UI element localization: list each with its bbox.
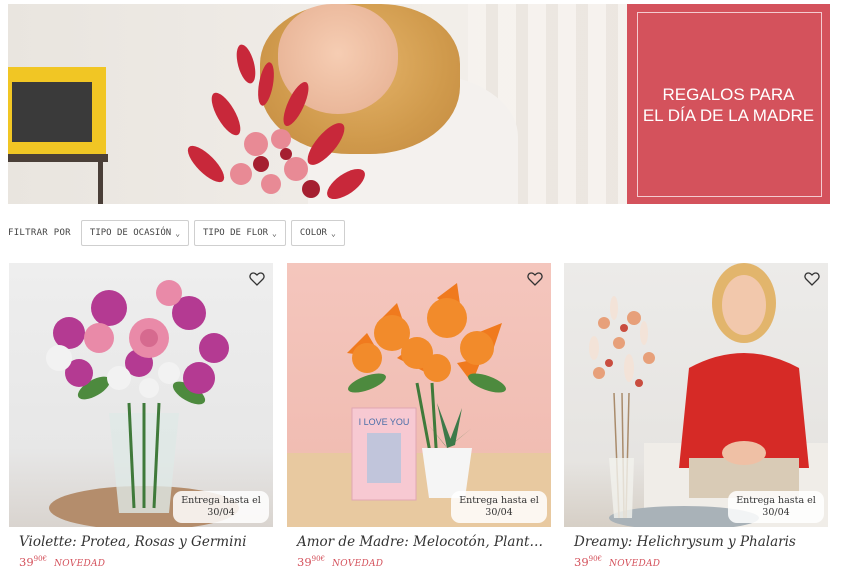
heart-icon[interactable] <box>527 271 543 287</box>
price-main: 39 <box>297 555 312 569</box>
woman-with-dried-bouquet-illustration <box>589 263 828 527</box>
delivery-date: 30/04 <box>207 507 235 518</box>
price: 3990€ <box>19 555 47 569</box>
delivery-badge: Entrega hasta el 30/04 <box>173 491 269 523</box>
hero-table-leg <box>98 162 103 204</box>
product-image[interactable]: Entrega hasta el 30/04 <box>564 263 828 527</box>
product-image[interactable]: I LOVE YOU Entrega hasta el 30/04 <box>287 263 551 527</box>
price-row: 3990€ NOVEDAD <box>9 551 273 570</box>
filter-flower-type-label: TIPO DE FLOR <box>203 228 269 238</box>
filter-bar: FILTRAR POR TIPO DE OCASIÓN ⌄ TIPO DE FL… <box>8 220 350 246</box>
delivery-date: 30/04 <box>762 507 790 518</box>
promo-line-1: REGALOS PARA <box>662 85 795 104</box>
promo-text: REGALOS PARA EL DÍA DE LA MADRE <box>627 84 830 126</box>
hero-yellow-frame <box>8 67 106 159</box>
delivery-line-1: Entrega hasta el <box>181 495 261 506</box>
chevron-down-icon: ⌄ <box>272 228 277 238</box>
price-main: 39 <box>574 555 589 569</box>
filter-occasion-label: TIPO DE OCASIÓN <box>89 228 172 238</box>
product-title[interactable]: Amor de Madre: Melocotón, Planta ... <box>287 534 547 550</box>
novelty-badge: NOVEDAD <box>609 559 661 569</box>
product-card[interactable]: Entrega hasta el 30/04 Violette: Protea,… <box>9 263 273 570</box>
price-main: 39 <box>19 555 34 569</box>
card-love-text: I LOVE YOU <box>359 417 410 427</box>
price-sup: 90€ <box>311 555 326 564</box>
hero-side-table <box>8 154 108 162</box>
product-image[interactable]: Entrega hasta el 30/04 <box>9 263 273 527</box>
price: 3990€ <box>297 555 325 569</box>
filter-occasion-button[interactable]: TIPO DE OCASIÓN ⌄ <box>80 220 190 246</box>
filter-color-label: COLOR <box>299 228 327 238</box>
hero-banner[interactable]: REGALOS PARA EL DÍA DE LA MADRE <box>8 4 830 204</box>
price: 3990€ <box>574 555 602 569</box>
filter-color-button[interactable]: COLOR ⌄ <box>290 220 345 246</box>
heart-icon[interactable] <box>804 271 820 287</box>
price-row: 3990€ NOVEDAD <box>564 551 828 570</box>
product-card[interactable]: Entrega hasta el 30/04 Dreamy: Helichrys… <box>564 263 828 570</box>
product-title[interactable]: Dreamy: Helichrysum y Phalaris <box>564 534 824 550</box>
bouquet-pink-illustration <box>46 280 239 527</box>
filter-label: FILTRAR POR <box>8 228 71 238</box>
delivery-line-1: Entrega hasta el <box>459 495 539 506</box>
price-sup: 90€ <box>33 555 48 564</box>
novelty-badge: NOVEDAD <box>54 559 106 569</box>
heart-icon[interactable] <box>249 271 265 287</box>
delivery-line-1: Entrega hasta el <box>736 495 816 506</box>
delivery-date: 30/04 <box>485 507 513 518</box>
delivery-badge: Entrega hasta el 30/04 <box>728 491 824 523</box>
bouquet-orange-illustration: I LOVE YOU <box>287 283 551 527</box>
chevron-down-icon: ⌄ <box>330 228 336 238</box>
chevron-down-icon: ⌄ <box>175 228 181 238</box>
price-sup: 90€ <box>588 555 603 564</box>
promo-line-2: EL DÍA DE LA MADRE <box>642 106 815 125</box>
novelty-badge: NOVEDAD <box>332 559 384 569</box>
hero-dried-bouquet <box>187 44 365 200</box>
product-card[interactable]: I LOVE YOU Entrega hasta el 30/04 Amor d… <box>287 263 551 570</box>
filter-flower-type-button[interactable]: TIPO DE FLOR ⌄ <box>194 220 286 246</box>
promo-box[interactable]: REGALOS PARA EL DÍA DE LA MADRE <box>627 4 830 204</box>
delivery-badge: Entrega hasta el 30/04 <box>451 491 547 523</box>
product-title[interactable]: Violette: Protea, Rosas y Germini <box>9 534 269 550</box>
price-row: 3990€ NOVEDAD <box>287 551 551 570</box>
